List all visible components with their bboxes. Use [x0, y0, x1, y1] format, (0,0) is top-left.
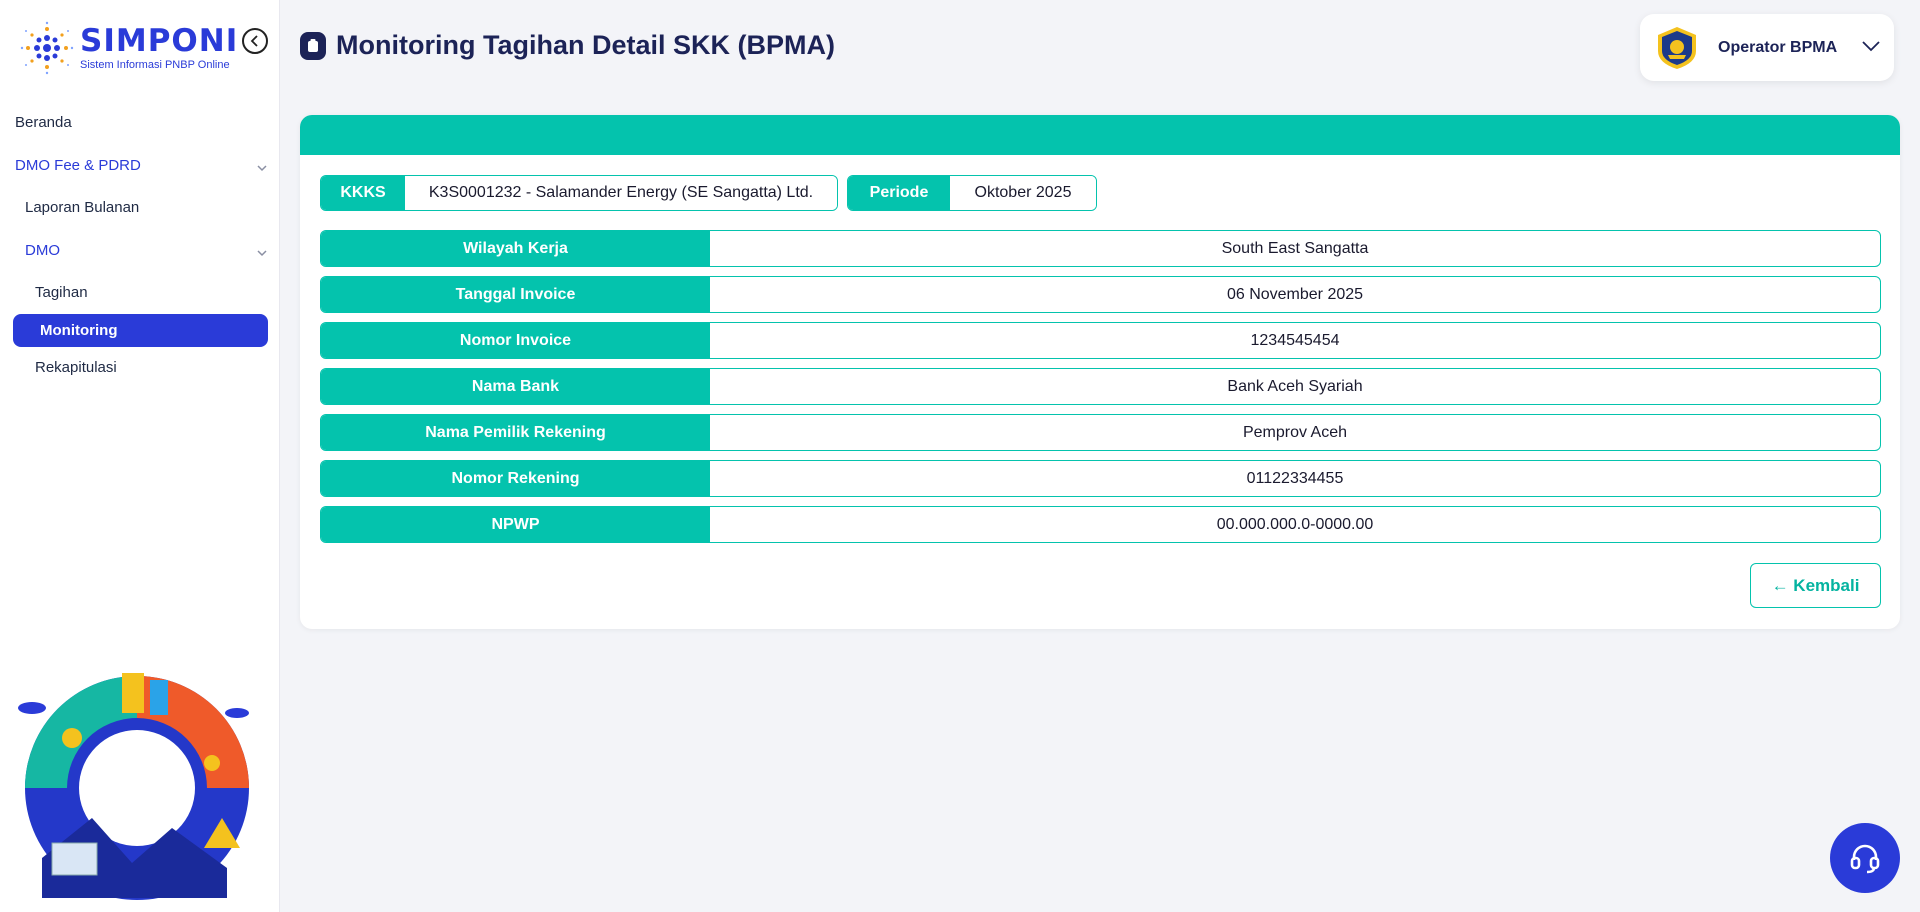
- detail-value: 01122334455: [1246, 469, 1344, 487]
- periode-label: Periode: [848, 176, 950, 210]
- detail-row-npwp: NPWP 00.000.000.0-0000.00: [320, 506, 1881, 543]
- kkks-value: K3S0001232 - Salamander Energy (SE Sanga…: [405, 176, 837, 210]
- card-header-bar: [300, 115, 1900, 155]
- sidebar-item-rekapitulasi[interactable]: Rekapitulasi: [35, 359, 117, 376]
- detail-row-wilayah-kerja: Wilayah Kerja South East Sangatta: [320, 230, 1881, 267]
- chevron-down-icon: [257, 250, 267, 257]
- detail-value: Pemprov Aceh: [1242, 423, 1348, 441]
- collapse-sidebar-button[interactable]: [242, 28, 268, 54]
- chevron-down-icon: [1862, 41, 1880, 52]
- user-name: Operator BPMA: [1718, 38, 1838, 56]
- detail-label: Tanggal Invoice: [321, 277, 710, 312]
- detail-label: Nama Bank: [321, 369, 710, 404]
- detail-label: NPWP: [321, 507, 710, 542]
- brand-tagline: Sistem Informasi PNBP Online: [80, 59, 230, 71]
- page-title: Monitoring Tagihan Detail SKK (BPMA): [336, 30, 835, 60]
- sidebar-item-beranda[interactable]: Beranda: [15, 114, 72, 131]
- periode-value: Oktober 2025: [950, 176, 1096, 210]
- chevron-left-icon: [250, 35, 258, 47]
- kemenkeu-emblem-icon: [1658, 26, 1696, 69]
- headset-icon: [1850, 844, 1880, 874]
- detail-label: Nama Pemilik Rekening: [321, 415, 710, 450]
- user-menu[interactable]: Operator BPMA: [1640, 14, 1894, 81]
- back-button[interactable]: ← Kembali: [1750, 563, 1881, 608]
- detail-value: Bank Aceh Syariah: [1227, 377, 1363, 395]
- sidebar: SIMPONI Sistem Informasi PNBP Online Ber…: [0, 0, 280, 912]
- detail-value: South East Sangatta: [1221, 239, 1369, 257]
- detail-label: Wilayah Kerja: [321, 231, 710, 266]
- periode-filter: Periode Oktober 2025: [847, 175, 1097, 211]
- detail-row-nama-pemilik-rekening: Nama Pemilik Rekening Pemprov Aceh: [320, 414, 1881, 451]
- simponi-logo-icon: [20, 21, 74, 75]
- detail-row-tanggal-invoice: Tanggal Invoice 06 November 2025: [320, 276, 1881, 313]
- sidebar-item-dmo-fee-pdrd[interactable]: DMO Fee & PDRD: [15, 157, 141, 174]
- detail-value: 00.000.000.0-0000.00: [1216, 515, 1374, 533]
- detail-label: Nomor Rekening: [321, 461, 710, 496]
- clipboard-icon: [300, 31, 326, 60]
- decorative-illustration: [18, 673, 249, 900]
- detail-value: 1234545454: [1250, 331, 1340, 349]
- brand-logo[interactable]: SIMPONI Sistem Informasi PNBP Online: [18, 18, 270, 78]
- page-header: Monitoring Tagihan Detail SKK (BPMA): [300, 30, 835, 61]
- sidebar-item-tagihan[interactable]: Tagihan: [35, 284, 88, 301]
- detail-row-nomor-invoice: Nomor Invoice 1234545454: [320, 322, 1881, 359]
- detail-label: Nomor Invoice: [321, 323, 710, 358]
- kkks-filter: KKKS K3S0001232 - Salamander Energy (SE …: [320, 175, 838, 211]
- kkks-label: KKKS: [321, 176, 405, 210]
- detail-row-nama-bank: Nama Bank Bank Aceh Syariah: [320, 368, 1881, 405]
- detail-card: KKKS K3S0001232 - Salamander Energy (SE …: [300, 115, 1900, 629]
- sidebar-item-dmo[interactable]: DMO: [25, 242, 60, 259]
- detail-row-nomor-rekening: Nomor Rekening 01122334455: [320, 460, 1881, 497]
- brand-name: SIMPONI: [80, 23, 239, 59]
- chevron-down-icon: [257, 165, 267, 172]
- help-button[interactable]: [1830, 823, 1900, 893]
- sidebar-item-laporan-bulanan[interactable]: Laporan Bulanan: [25, 199, 139, 216]
- detail-value: 06 November 2025: [1226, 285, 1364, 303]
- sidebar-item-monitoring[interactable]: Monitoring: [13, 314, 268, 347]
